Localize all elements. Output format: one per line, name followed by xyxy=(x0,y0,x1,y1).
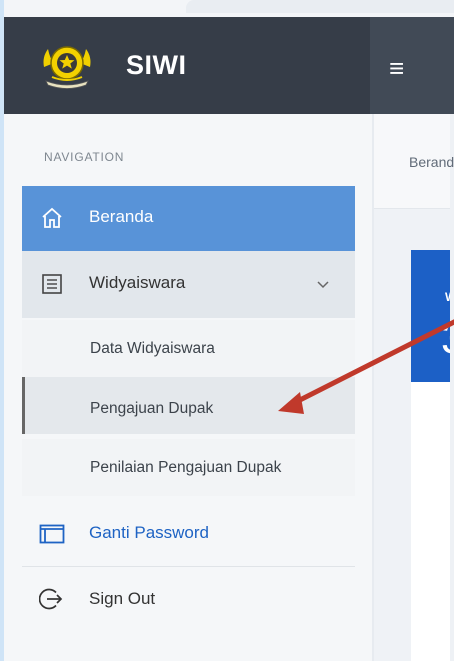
submenu-item-label: Pengajuan Dupak xyxy=(90,400,214,417)
window-icon xyxy=(39,524,65,544)
submenu-item-penilaian-pengajuan-dupak[interactable]: Penilaian Pengajuan Dupak xyxy=(22,439,355,496)
sidebar-item-beranda[interactable]: Beranda xyxy=(22,186,355,251)
list-icon xyxy=(42,274,62,294)
tab-shape xyxy=(186,0,454,13)
sidebar-item-label: Widyaiswara xyxy=(89,273,186,292)
garuda-emblem-icon xyxy=(43,46,91,89)
logo-header[interactable]: SIWI xyxy=(4,17,370,114)
widget-value: 3 xyxy=(441,314,450,364)
sidebar-item-sign-out[interactable]: Sign Out xyxy=(22,567,355,630)
sidebar-item-label: Ganti Password xyxy=(89,523,209,542)
submenu-item-data-widyaiswara[interactable]: Data Widyaiswara xyxy=(22,320,355,377)
sidebar-item-label: Sign Out xyxy=(89,589,156,608)
sidebar-item-ganti-password[interactable]: Ganti Password xyxy=(22,503,355,563)
submenu-item-pengajuan-dupak[interactable]: Pengajuan Dupak xyxy=(22,377,355,434)
brand-title: SIWI xyxy=(126,50,187,80)
top-navbar: ≡ xyxy=(370,17,454,114)
submenu-item-label: Penilaian Pengajuan Dupak xyxy=(90,459,282,476)
home-icon xyxy=(42,207,62,228)
sidebar-item-widyaiswara[interactable]: Widyaiswara xyxy=(22,251,355,318)
widget-label: W xyxy=(445,290,450,304)
browser-top-strip xyxy=(4,0,454,18)
submenu-item-label: Data Widyaiswara xyxy=(90,340,215,357)
sign-out-icon xyxy=(39,588,63,610)
hamburger-menu-icon[interactable]: ≡ xyxy=(389,55,404,81)
breadcrumb[interactable]: Beranda xyxy=(409,154,454,170)
chevron-down-icon[interactable] xyxy=(317,281,329,289)
stat-widget[interactable]: W 3 xyxy=(411,250,450,382)
sidebar-item-label: Beranda xyxy=(89,207,154,226)
nav-heading: NAVIGATION xyxy=(44,150,125,164)
